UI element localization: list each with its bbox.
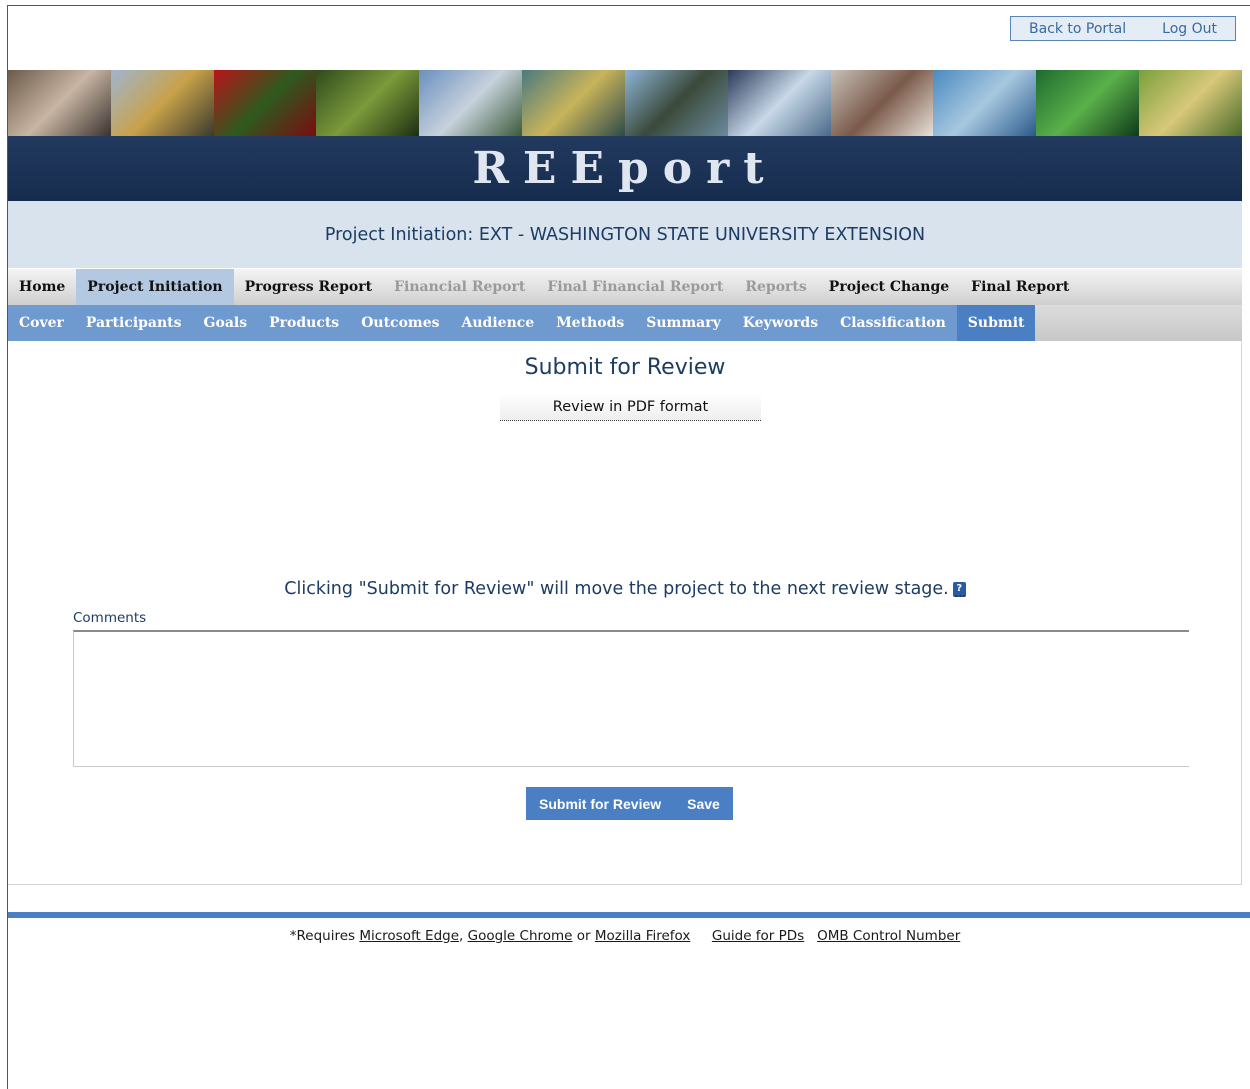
footer-comma: , bbox=[459, 928, 468, 944]
submit-for-review-button[interactable]: Submit for Review bbox=[539, 796, 661, 812]
review-pdf-link[interactable]: Review in PDF format bbox=[500, 393, 761, 421]
comments-label: Comments bbox=[73, 610, 147, 626]
section-tab-cover[interactable]: Cover bbox=[8, 305, 75, 341]
mountain-photo bbox=[419, 70, 523, 136]
bird-photo bbox=[522, 70, 625, 136]
omb-control-number-link[interactable]: OMB Control Number bbox=[817, 928, 960, 944]
nav-tab-project-change[interactable]: Project Change bbox=[818, 269, 960, 305]
field-photo bbox=[1139, 70, 1242, 136]
section-tab-classification[interactable]: Classification bbox=[829, 305, 957, 341]
comments-textarea[interactable] bbox=[73, 630, 1189, 767]
section-tab-methods[interactable]: Methods bbox=[545, 305, 635, 341]
section-tab-audience[interactable]: Audience bbox=[451, 305, 546, 341]
section-tab-keywords[interactable]: Keywords bbox=[732, 305, 829, 341]
footer-or: or bbox=[572, 928, 595, 944]
guide-for-pds-link[interactable]: Guide for PDs bbox=[712, 928, 804, 944]
footer-rule bbox=[8, 912, 1250, 918]
back-to-portal-link[interactable]: Back to Portal bbox=[1029, 21, 1126, 37]
cattle-photo bbox=[624, 70, 728, 136]
secondary-nav: Cover Participants Goals Products Outcomes Au… bbox=[8, 305, 1242, 341]
save-button[interactable]: Save bbox=[687, 796, 720, 812]
google-chrome-link[interactable]: Google Chrome bbox=[468, 928, 573, 944]
section-tab-summary[interactable]: Summary bbox=[635, 305, 732, 341]
dolphin-photo bbox=[933, 70, 1037, 136]
reeport-logo: REEport bbox=[472, 143, 778, 194]
nav-tab-project-initiation[interactable]: Project Initiation bbox=[76, 269, 234, 305]
forest-photo bbox=[316, 70, 420, 136]
nav-tab-final-financial-report: Final Financial Report bbox=[547, 279, 724, 295]
log-out-link[interactable]: Log Out bbox=[1162, 21, 1217, 37]
submit-notice: Clicking "Submit for Review" will move t… bbox=[8, 579, 1242, 599]
photo-strip bbox=[8, 70, 1242, 136]
leaf-photo bbox=[1036, 70, 1140, 136]
nav-tab-final-report[interactable]: Final Report bbox=[960, 269, 1080, 305]
section-tab-submit[interactable]: Submit bbox=[956, 305, 1036, 341]
scientist-photo bbox=[8, 70, 111, 136]
nav-tab-financial-report: Financial Report bbox=[394, 279, 526, 295]
section-tab-participants[interactable]: Participants bbox=[75, 305, 193, 341]
nav-tab-home[interactable]: Home bbox=[8, 269, 76, 305]
main-content: Submit for Review Review in PDF format C… bbox=[8, 341, 1242, 885]
nav-tab-progress-report[interactable]: Progress Report bbox=[234, 269, 383, 305]
project-title: Project Initiation: EXT - WASHINGTON STA… bbox=[8, 201, 1242, 268]
logo-band: REEport bbox=[8, 136, 1242, 201]
microsoft-edge-link[interactable]: Microsoft Edge bbox=[359, 928, 459, 944]
section-tab-goals[interactable]: Goals bbox=[193, 305, 259, 341]
secondary-nav-tabs: Cover Participants Goals Products Outcomes Au… bbox=[8, 305, 1036, 341]
nav-tab-reports: Reports bbox=[745, 279, 807, 295]
section-tab-products[interactable]: Products bbox=[258, 305, 350, 341]
banner: REEport bbox=[8, 70, 1242, 201]
help-icon[interactable]: ? bbox=[952, 581, 966, 597]
section-tab-outcomes[interactable]: Outcomes bbox=[350, 305, 450, 341]
mozilla-firefox-link[interactable]: Mozilla Firefox bbox=[595, 928, 691, 944]
microscope-photo bbox=[830, 70, 934, 136]
submit-notice-text: Clicking "Submit for Review" will move t… bbox=[284, 579, 949, 599]
waterfall-photo bbox=[727, 70, 831, 136]
footer: *Requires Microsoft Edge, Google Chrome … bbox=[0, 928, 1250, 944]
top-links: Back to Portal Log Out bbox=[1010, 16, 1236, 41]
flower-photo bbox=[213, 70, 317, 136]
excavator-photo bbox=[110, 70, 214, 136]
primary-nav: Home Project Initiation Progress Report Fin… bbox=[8, 269, 1242, 305]
action-buttons: Submit for Review Save bbox=[526, 787, 733, 820]
page-title: Submit for Review bbox=[524, 355, 726, 380]
footer-requires-text: *Requires bbox=[289, 928, 360, 944]
